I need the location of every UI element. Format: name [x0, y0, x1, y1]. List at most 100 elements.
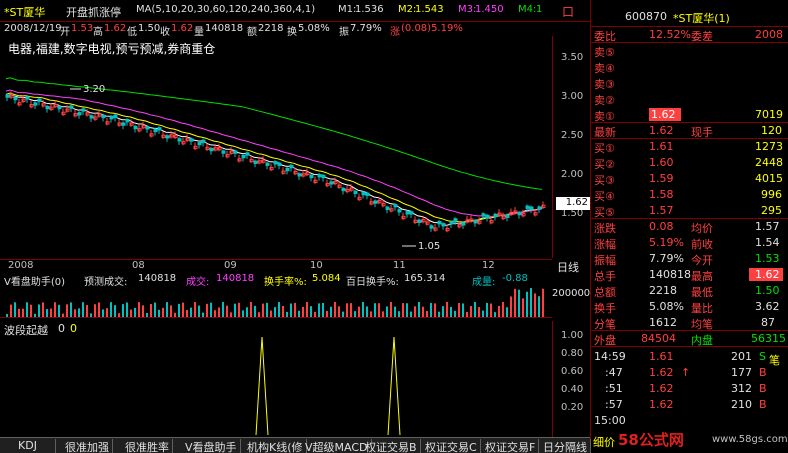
ind-y-tick: 1.00 — [561, 330, 584, 341]
candle-body — [45, 105, 50, 110]
tab-indicator[interactable]: 权证交易B — [362, 439, 421, 453]
y-tick-label: 2.50 — [561, 130, 584, 141]
tab-kdj[interactable]: KDJ — [0, 439, 56, 453]
tab-indicator[interactable]: 很准胜率 — [122, 439, 173, 453]
stat-value: 1.50 — [755, 284, 780, 297]
volume-bar — [70, 302, 72, 317]
candle-body — [353, 190, 358, 195]
candle-body — [125, 119, 130, 123]
sell-row[interactable]: 卖② — [591, 92, 788, 107]
period-selector[interactable]: 日线 — [557, 259, 579, 275]
candle-body — [417, 219, 422, 223]
watermark-brand: 58公式网 — [618, 431, 684, 449]
sell-row[interactable]: 卖⑤ — [591, 44, 788, 59]
candle-body — [409, 211, 414, 215]
stat-value: 1612 — [649, 316, 677, 329]
tick-price: 1.62 — [649, 398, 674, 411]
indicator-chart[interactable] — [0, 335, 552, 435]
volume-bar — [334, 302, 336, 317]
candle-body — [405, 211, 410, 215]
tick-row: 15:00 — [591, 414, 788, 428]
m1-label: M1: — [338, 4, 357, 15]
m1-value: 1.536 — [355, 4, 384, 15]
volume-bar — [134, 307, 136, 317]
candle-body — [37, 98, 42, 102]
volume-bar — [82, 302, 84, 317]
indicator-axis: 1.00 0.80 0.60 0.40 0.20 — [552, 321, 590, 437]
candle-body — [481, 213, 486, 217]
tab-indicator[interactable]: 日分隔线 — [540, 439, 591, 453]
buy-row[interactable]: 买③ 1.59 4015 — [591, 172, 788, 187]
volume-bar — [238, 302, 240, 317]
tab-indicator[interactable]: 权证交易F — [482, 439, 540, 453]
volume-bar — [254, 305, 256, 317]
candle-body — [341, 187, 346, 192]
tick-arrow-icon: ↑ — [681, 366, 691, 379]
volume-bar — [234, 303, 236, 317]
volume-bar — [162, 307, 164, 317]
volume-bar — [466, 311, 468, 317]
buy-row[interactable]: 买④ 1.58 996 — [591, 188, 788, 203]
candle-body — [265, 162, 270, 166]
candle-body — [177, 138, 182, 142]
moving-average-lines — [5, 77, 543, 226]
sell-row[interactable]: 卖④ — [591, 60, 788, 75]
volume-bar — [522, 298, 524, 317]
flag-icon[interactable]: 口 — [562, 3, 574, 20]
ohlc-info-bar: 2008/12/19 开 1.53 高 1.62 低 1.50 收 1.62 量… — [0, 22, 590, 38]
volume-bar — [10, 304, 12, 317]
stats-row: 涨幅 5.19% 前收 1.54 — [591, 236, 788, 251]
buy-label: 买① — [594, 142, 615, 155]
tab-indicator[interactable]: 很准加强 — [62, 439, 113, 453]
amount-value: 2218 — [258, 23, 284, 34]
candle-body — [397, 209, 402, 213]
y-tick-label: 3.00 — [561, 91, 584, 102]
sell-row[interactable]: 卖③ — [591, 76, 788, 91]
detail-tab[interactable]: 细价 — [593, 434, 615, 450]
stat-label: 换手 — [594, 302, 616, 315]
buy-label: 买④ — [594, 190, 615, 203]
volume-bar — [250, 302, 252, 317]
volume-bar — [130, 309, 132, 317]
volume-bar — [302, 306, 304, 317]
candle-body — [517, 211, 522, 216]
stat-value: 7.79% — [649, 252, 684, 265]
outer-value: 84504 — [641, 332, 676, 345]
volume-bar — [178, 303, 180, 317]
buy-row[interactable]: 买② 1.60 2448 — [591, 156, 788, 171]
volume-bar — [226, 305, 228, 317]
volume-bar — [194, 302, 196, 317]
y-tick-label: 3.50 — [561, 52, 584, 63]
sell-row[interactable]: 卖① 1.62 7019 — [591, 108, 788, 123]
sell-label: 卖④ — [594, 62, 615, 75]
tick-row: :47 1.62 ↑ 177 B — [591, 366, 788, 380]
buy-row[interactable]: 买① 1.61 1273 — [591, 140, 788, 155]
tab-indicator[interactable]: V看盘助手 — [182, 439, 241, 453]
volume-bar — [498, 305, 500, 317]
formula-name[interactable]: 开盘抓涨停 — [66, 4, 121, 20]
stat-value: 5.19% — [649, 236, 684, 249]
candle-body — [297, 173, 302, 177]
m2-value: 1.543 — [415, 4, 444, 15]
volume-bar — [222, 302, 224, 317]
candle-body — [273, 161, 278, 165]
volume-bar — [278, 302, 280, 317]
candle-body — [57, 105, 62, 110]
volume-bar — [46, 309, 48, 317]
candle-body — [145, 126, 150, 130]
buy-row[interactable]: 买⑤ 1.57 295 — [591, 204, 788, 219]
tab-indicator[interactable]: 机构K线(修 — [244, 439, 307, 453]
volume-bar — [438, 311, 440, 317]
ind-y-tick: 0.80 — [561, 348, 584, 359]
volume-bar — [142, 305, 144, 317]
volume-bar — [34, 313, 36, 317]
kline-chart[interactable]: 3.20 1.05 — [0, 36, 552, 258]
candle-body — [13, 96, 18, 101]
stat-value: 140818 — [649, 268, 691, 281]
volume-bar — [158, 309, 160, 317]
candle-body — [77, 112, 82, 116]
tab-indicator[interactable]: 权证交易C — [422, 439, 481, 453]
stat-value: 1.53 — [755, 252, 780, 265]
candle-body — [133, 125, 138, 130]
tick-side: B — [759, 366, 767, 379]
